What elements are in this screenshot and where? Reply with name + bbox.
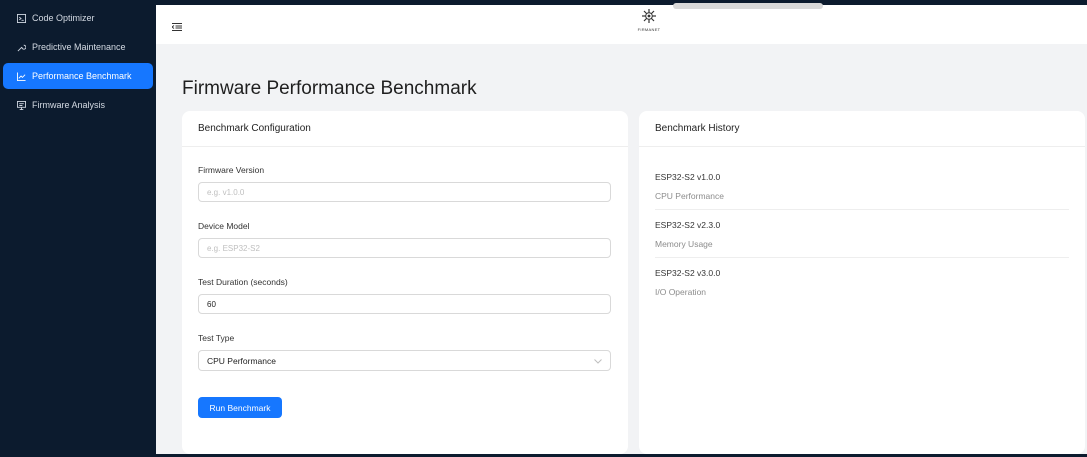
test-type-select[interactable]: CPU Performance	[198, 350, 611, 371]
test-type-value: CPU Performance	[207, 355, 276, 366]
history-item-title: ESP32-S2 v3.0.0	[655, 268, 721, 278]
top-header: FIRMANET	[156, 3, 1087, 44]
benchmark-history-card: Benchmark History ESP32-S2 v1.0.0 CPU Pe…	[639, 111, 1085, 454]
logo-mark-icon	[642, 9, 656, 23]
chevron-down-icon	[594, 356, 602, 366]
main-content: FIRMANET Firmware Performance Benchmark …	[156, 3, 1087, 454]
history-card-title: Benchmark History	[639, 111, 1085, 147]
page-title: Firmware Performance Benchmark	[182, 78, 477, 99]
sidebar: Code Optimizer Predictive Maintenance Pe…	[0, 0, 156, 457]
config-card-title: Benchmark Configuration	[182, 111, 628, 147]
sidebar-item-label: Performance Benchmark	[32, 71, 132, 81]
benchmark-config-card: Benchmark Configuration Firmware Version…	[182, 111, 628, 454]
sidebar-item-code-optimizer[interactable]: Code Optimizer	[3, 5, 153, 31]
logo: FIRMANET	[637, 8, 661, 38]
run-benchmark-button[interactable]: Run Benchmark	[198, 397, 282, 418]
device-model-label: Device Model	[198, 221, 250, 231]
scroll-indicator	[673, 3, 823, 9]
test-type-label: Test Type	[198, 333, 235, 343]
firmware-version-label: Firmware Version	[198, 165, 265, 175]
menu-fold-icon[interactable]	[171, 19, 184, 31]
history-item-title: ESP32-S2 v1.0.0	[655, 172, 721, 182]
test-duration-label: Test Duration (seconds)	[198, 277, 288, 287]
history-item-subtitle: CPU Performance	[655, 191, 724, 201]
history-item[interactable]: ESP32-S2 v1.0.0 CPU Performance	[655, 172, 1069, 201]
history-item-subtitle: I/O Operation	[655, 287, 707, 297]
firmware-version-input[interactable]	[198, 182, 611, 202]
divider	[655, 209, 1069, 210]
line-chart-icon	[16, 71, 26, 81]
logo-text: FIRMANET	[637, 27, 661, 32]
history-item[interactable]: ESP32-S2 v3.0.0 I/O Operation	[655, 268, 1069, 297]
sidebar-item-label: Predictive Maintenance	[32, 42, 126, 52]
sidebar-item-label: Code Optimizer	[32, 13, 95, 23]
history-item-subtitle: Memory Usage	[655, 239, 713, 249]
sidebar-item-predictive-maintenance[interactable]: Predictive Maintenance	[3, 34, 153, 60]
device-model-input[interactable]	[198, 238, 611, 258]
sidebar-item-firmware-analysis[interactable]: Firmware Analysis	[3, 92, 153, 118]
sidebar-item-label: Firmware Analysis	[32, 100, 106, 110]
divider	[655, 257, 1069, 258]
history-item-title: ESP32-S2 v2.3.0	[655, 220, 721, 230]
history-item[interactable]: ESP32-S2 v2.3.0 Memory Usage	[655, 220, 1069, 249]
sidebar-item-performance-benchmark[interactable]: Performance Benchmark	[3, 63, 153, 89]
tool-icon	[16, 42, 26, 52]
test-duration-input[interactable]	[198, 294, 611, 314]
code-icon	[16, 13, 26, 23]
desktop-icon	[16, 100, 26, 110]
